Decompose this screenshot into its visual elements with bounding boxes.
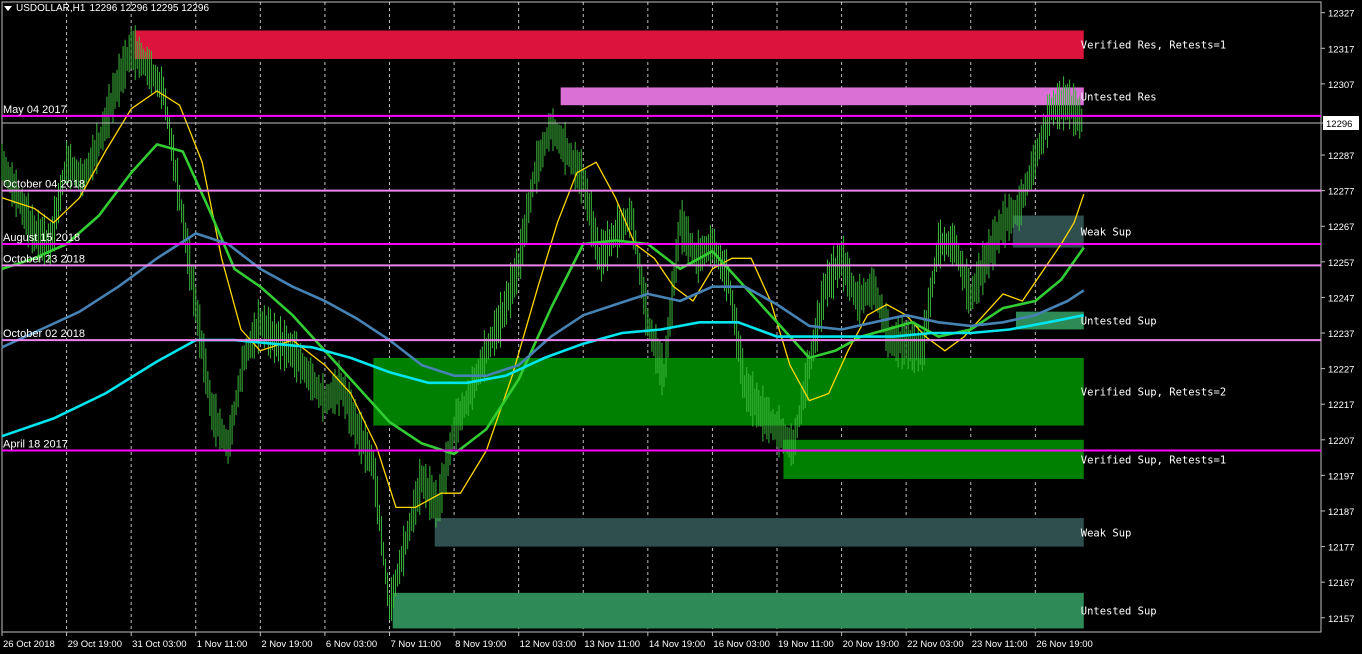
time-axis-label: 20 Nov 19:00 <box>843 639 900 650</box>
chart-canvas: 26 Oct 2018 29 Oct 19:00 31 Oct 03:00 1 Nov… <box>1 1 1359 650</box>
moving-average-line <box>1 232 1085 378</box>
price-axis-label: 12237 <box>1328 329 1354 340</box>
price-axis-label: 12247 <box>1328 293 1354 304</box>
price-axis-label: 12187 <box>1328 507 1354 518</box>
price-axis-label: 12217 <box>1328 400 1354 411</box>
price-axis-label: 12287 <box>1328 151 1354 162</box>
level-label: August 15 2018 <box>3 232 80 244</box>
time-axis-label: 2 Nov 19:00 <box>261 639 312 650</box>
price-axis-label: 12227 <box>1328 365 1354 376</box>
price-axis-label: 12327 <box>1328 9 1354 20</box>
symbol-label: USDOLLAR,H1 <box>16 3 86 14</box>
time-axis-label: 8 Nov 19:00 <box>455 639 506 650</box>
zone-label: Weak Sup <box>1081 227 1132 239</box>
time-axis-label: 23 Nov 11:00 <box>972 639 1028 650</box>
zone-label: Weak Sup <box>1081 527 1132 539</box>
ohlc-readout: 12296 12296 12295 12296 <box>89 3 210 14</box>
sr-zone <box>783 439 1084 479</box>
price-chart: 26 Oct 2018 29 Oct 19:00 31 Oct 03:00 1 Nov… <box>0 0 1362 654</box>
current-price-label: 12296 <box>1326 119 1352 130</box>
zone-label: Verified Sup, Retests=1 <box>1081 454 1226 466</box>
time-axis-label: 7 Nov 11:00 <box>391 639 442 650</box>
sr-zone <box>434 518 1084 547</box>
zone-label: Untested Sup <box>1081 606 1157 618</box>
level-label: October 23 2018 <box>3 253 85 265</box>
price-axis-label: 12167 <box>1328 578 1354 589</box>
price-axis-label: 12207 <box>1328 436 1354 447</box>
price-axis-label: 12307 <box>1328 80 1354 91</box>
sr-zone <box>392 592 1084 629</box>
sr-zone <box>134 30 1084 59</box>
collapse-triangle-icon[interactable] <box>4 6 12 11</box>
level-label: May 04 2017 <box>3 104 67 116</box>
time-axis-label: 26 Nov 19:00 <box>1036 639 1093 650</box>
time-axis-label: 29 Oct 19:00 <box>68 639 122 650</box>
time-axis-label: 14 Nov 19:00 <box>649 639 706 650</box>
zone-label: Untested Res <box>1081 91 1157 103</box>
level-label: October 02 2018 <box>3 328 85 340</box>
price-axis-label: 12317 <box>1328 44 1354 55</box>
sr-zone <box>560 87 1084 106</box>
level-label: October 04 2018 <box>3 179 85 191</box>
chart-title-bar: USDOLLAR,H1 12296 12296 12295 12296 <box>4 3 209 14</box>
zone-label: Verified Sup, Retests=2 <box>1081 387 1226 399</box>
price-axis-label: 12157 <box>1328 614 1354 625</box>
time-axis-label: 31 Oct 03:00 <box>132 639 186 650</box>
price-axis-label: 12197 <box>1328 471 1354 482</box>
level-label: April 18 2017 <box>3 438 68 450</box>
zone-label: Verified Res, Retests=1 <box>1081 40 1226 52</box>
time-axis-label: 6 Nov 03:00 <box>326 639 377 650</box>
time-axis-label: 12 Nov 03:00 <box>520 639 577 650</box>
price-axis-label: 12257 <box>1328 258 1354 269</box>
time-axis-label: 19 Nov 11:00 <box>778 639 834 650</box>
time-axis-label: 26 Oct 2018 <box>3 639 55 650</box>
price-axis-label: 12267 <box>1328 222 1354 233</box>
zone-label: Untested Sup <box>1081 316 1157 328</box>
time-axis-label: 16 Nov 03:00 <box>713 639 770 650</box>
time-axis-label: 1 Nov 11:00 <box>197 639 248 650</box>
sr-zone <box>1012 215 1084 248</box>
price-axis-label: 12277 <box>1328 187 1354 198</box>
time-axis-label: 22 Nov 03:00 <box>907 639 964 650</box>
price-axis-label: 12177 <box>1328 543 1354 554</box>
time-axis-label: 13 Nov 11:00 <box>584 639 640 650</box>
